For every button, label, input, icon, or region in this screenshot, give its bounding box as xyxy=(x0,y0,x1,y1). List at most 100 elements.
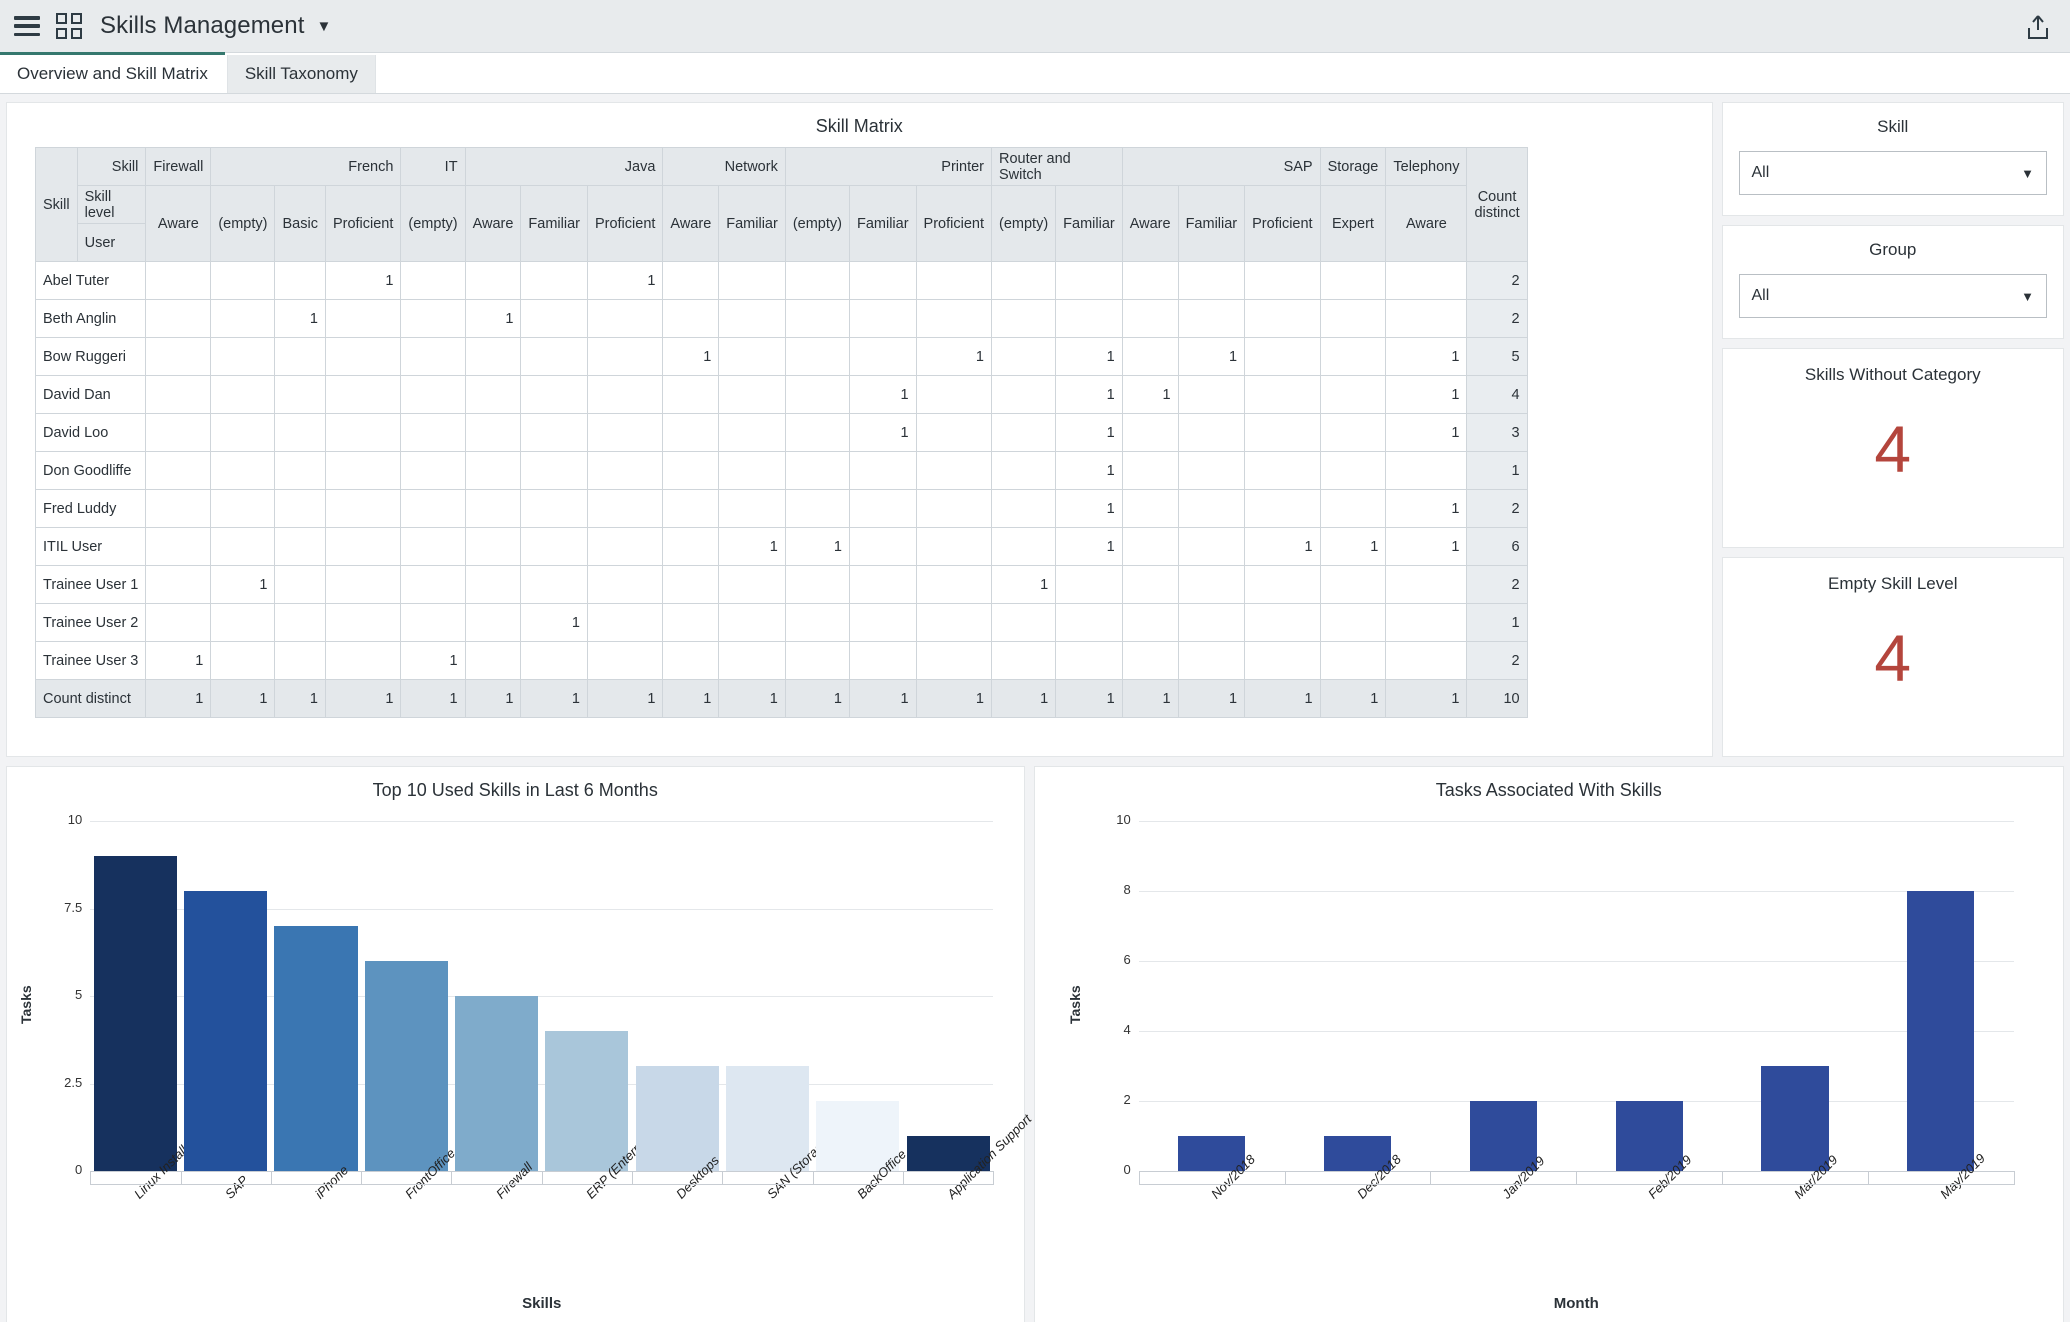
chart-bar[interactable] xyxy=(1761,1066,1829,1171)
tab-bar: Overview and Skill Matrix Skill Taxonomy xyxy=(0,52,2070,94)
matrix-cell xyxy=(274,337,326,376)
table-row[interactable]: Trainee User 2 1 1 xyxy=(34,603,1528,642)
matrix-cell xyxy=(520,261,588,300)
matrix-count-distinct-header: Count distinct xyxy=(1466,147,1528,262)
chart-bar[interactable] xyxy=(274,926,358,1171)
matrix-level-header: (empty) xyxy=(400,185,466,262)
matrix-cell: 1 xyxy=(915,337,993,376)
matrix-cell xyxy=(145,375,212,414)
matrix-cell xyxy=(520,527,588,566)
table-row[interactable]: Abel Tuter 1 1 2 xyxy=(34,261,1528,300)
chart-bar[interactable] xyxy=(1615,1101,1683,1171)
matrix-cell xyxy=(1385,641,1468,680)
matrix-user-name: Trainee User 1 xyxy=(34,565,147,604)
table-row[interactable]: Fred Luddy 1 1 2 xyxy=(34,489,1528,528)
matrix-row-count: 2 xyxy=(1466,261,1528,300)
chart-bar[interactable] xyxy=(725,1066,810,1171)
matrix-cell xyxy=(662,451,720,490)
table-row[interactable]: David Dan 1 1 1 1 4 xyxy=(34,375,1528,414)
matrix-cell xyxy=(464,489,522,528)
chart-gridline xyxy=(1138,891,2014,892)
tasks-bar-chart: 0 2 4 6 8 10 Tasks Nov/2018 Dec/2018 Jan/2019 Feb/… xyxy=(1044,811,2054,1321)
table-row[interactable]: ITIL User 1 1 1 1 1 1 6 xyxy=(34,527,1528,566)
matrix-cell xyxy=(145,565,212,604)
matrix-level-header: Proficient xyxy=(1244,185,1321,262)
matrix-total-cell: 1 xyxy=(1177,679,1246,718)
matrix-cell xyxy=(1244,413,1321,452)
matrix-group-header-row: Skill Skill Firewall French IT Java Netw… xyxy=(35,147,1528,262)
group-select[interactable]: All ▼ xyxy=(1738,274,2047,318)
matrix-cell xyxy=(210,489,276,528)
matrix-cell xyxy=(1177,375,1246,414)
matrix-cell xyxy=(400,261,466,300)
matrix-level-header: Familiar xyxy=(848,185,917,262)
matrix-row-count: 2 xyxy=(1466,299,1528,338)
skill-select[interactable]: All ▼ xyxy=(1738,151,2047,195)
table-row[interactable]: Trainee User 3112 xyxy=(34,641,1528,680)
matrix-cell xyxy=(1055,565,1123,604)
hamburger-icon[interactable] xyxy=(14,16,40,36)
chart-bar[interactable] xyxy=(455,996,539,1171)
matrix-cell: 1 xyxy=(990,565,1057,604)
matrix-cell xyxy=(586,527,664,566)
chart-y-tick-label: 2.5 xyxy=(64,1074,83,1090)
matrix-cell xyxy=(662,565,720,604)
tab-skill-taxonomy[interactable]: Skill Taxonomy xyxy=(226,55,376,93)
chart-y-tick-label: 0 xyxy=(1123,1162,1131,1177)
matrix-cell xyxy=(210,527,276,566)
table-row[interactable]: Trainee User 1 1 1 2 xyxy=(34,565,1528,604)
chart-bar[interactable] xyxy=(364,961,448,1171)
matrix-total-cell: 1 xyxy=(145,679,212,718)
skill-group-sap: SAP xyxy=(1121,147,1321,186)
table-row[interactable]: Don Goodliffe 1 1 xyxy=(34,451,1528,490)
chevron-down-icon: ▼ xyxy=(2021,165,2034,181)
matrix-user-name: Trainee User 3 xyxy=(34,641,147,680)
matrix-level-header: Familiar xyxy=(1055,185,1123,262)
matrix-level-header: Aware xyxy=(1385,185,1468,262)
share-icon[interactable] xyxy=(2026,14,2050,40)
chart-x-tickmark xyxy=(541,1171,543,1185)
chart-x-tickmark xyxy=(1430,1171,1432,1185)
kpi-empty-skill-level[interactable]: Empty Skill Level 4 xyxy=(1721,557,2064,757)
chart-bar[interactable] xyxy=(93,856,177,1171)
matrix-cell xyxy=(464,261,522,300)
matrix-level-header: (empty) xyxy=(784,185,850,262)
matrix-body: Abel Tuter 1 1 2 Beth Anglin 1 1 2 Bow Ruggeri 1 1… xyxy=(34,261,1528,718)
matrix-cell xyxy=(400,413,466,452)
matrix-cell xyxy=(400,337,466,376)
chart-x-tickmark xyxy=(451,1171,453,1185)
dashboard-content: Skill Matrix Skill Skill Firewall French… xyxy=(0,94,2070,1322)
chart-bar[interactable] xyxy=(635,1066,719,1171)
tab-overview-and-skill-matrix[interactable]: Overview and Skill Matrix xyxy=(0,52,225,93)
matrix-level-header: Expert xyxy=(1319,185,1387,262)
table-row[interactable]: Beth Anglin 1 1 2 xyxy=(34,299,1528,338)
matrix-cell xyxy=(274,413,326,452)
kpi-skills-without-category[interactable]: Skills Without Category 4 xyxy=(1721,348,2064,548)
matrix-cell: 1 xyxy=(1385,337,1468,376)
matrix-cell xyxy=(210,603,276,642)
chevron-down-icon[interactable]: ▼ xyxy=(316,18,331,35)
chart-bar[interactable] xyxy=(545,1031,629,1171)
chart-bar[interactable] xyxy=(1469,1101,1537,1171)
chart-bar[interactable] xyxy=(1907,891,1975,1171)
matrix-row-count: 6 xyxy=(1466,527,1528,566)
chart-y-axis-label: Tasks xyxy=(1066,985,1083,1024)
skill-group-it: IT xyxy=(400,147,466,186)
grid-icon[interactable] xyxy=(56,13,82,39)
table-row[interactable]: Bow Ruggeri 1 1 1 1 1 5 xyxy=(34,337,1528,376)
filter-skill: Skill All ▼ xyxy=(1721,102,2064,216)
matrix-cell xyxy=(274,527,326,566)
matrix-total-cell: 1 xyxy=(274,679,326,718)
matrix-cell xyxy=(915,527,993,566)
table-row[interactable]: David Loo 1 1 1 3 xyxy=(34,413,1528,452)
matrix-cell xyxy=(324,603,402,642)
chart-bar[interactable] xyxy=(184,891,268,1171)
matrix-cell xyxy=(210,413,276,452)
matrix-cell xyxy=(400,527,466,566)
matrix-cell xyxy=(784,337,850,376)
skill-matrix-card: Skill Matrix Skill Skill Firewall French… xyxy=(6,102,1713,757)
chart-x-tickmark xyxy=(1722,1171,1724,1185)
matrix-cell xyxy=(784,261,850,300)
matrix-cell xyxy=(1177,261,1246,300)
matrix-cell xyxy=(915,261,993,300)
